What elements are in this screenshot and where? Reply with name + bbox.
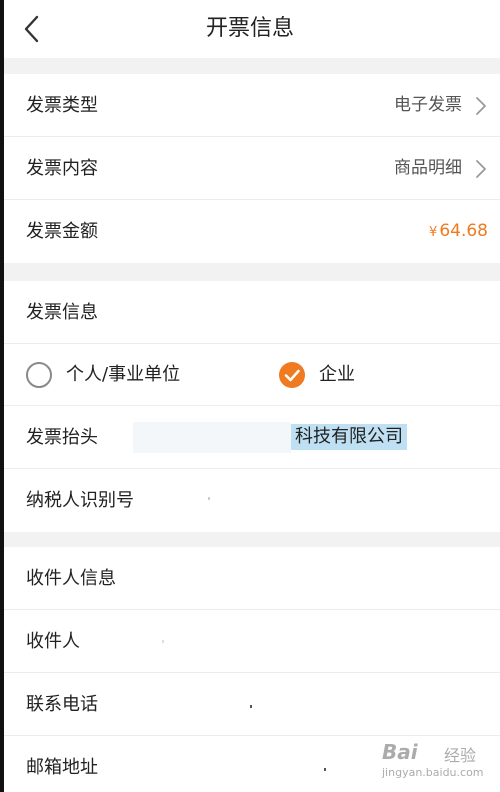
recipient-name-row: 收件人 — [0, 610, 500, 673]
invoice-amount-value: ¥64.68 — [429, 200, 488, 263]
recipient-email-input[interactable] — [324, 768, 326, 771]
radio-personal[interactable] — [26, 362, 52, 388]
invoice-content-value: 商品明细 — [394, 158, 462, 178]
redacted-text — [133, 422, 291, 453]
currency-symbol: ¥ — [429, 225, 438, 240]
invoice-amount-label: 发票金额 — [26, 221, 98, 242]
back-arrow-icon — [24, 15, 39, 43]
header: 开票信息 — [0, 0, 500, 58]
radio-enterprise-label[interactable]: 企业 — [319, 344, 355, 406]
page-title: 开票信息 — [205, 16, 294, 41]
invoice-content-row[interactable]: 发票内容 商品明细 — [0, 137, 500, 200]
amount-number: 64.68 — [439, 221, 488, 241]
tax-id-input[interactable] — [208, 497, 210, 500]
invoice-type-value: 电子发票 — [394, 95, 462, 115]
recipient-name-label: 收件人 — [26, 631, 80, 652]
chevron-right-icon — [476, 97, 486, 115]
back-button[interactable] — [18, 14, 48, 44]
check-icon — [284, 369, 300, 382]
tax-id-label: 纳税人识别号 — [26, 490, 134, 511]
invoice-title-input[interactable]: 科技有限公司 — [133, 422, 413, 453]
watermark-logo: Bai — [382, 740, 418, 764]
watermark-url: jingyan.baidu.com — [382, 766, 484, 779]
invoice-info-section: 发票信息 个人/事业单位 企业 发票抬头 科技有限公司 纳税人识别号 — [0, 281, 500, 532]
watermark-logo-suffix: 经验 — [444, 746, 477, 765]
radio-enterprise[interactable] — [279, 362, 305, 388]
recipient-phone-label: 联系电话 — [26, 694, 98, 715]
invoice-basic-section: 发票类型 电子发票 发票内容 商品明细 发票金额 ¥64.68 — [0, 74, 500, 263]
recipient-heading-row: 收件人信息 — [0, 547, 500, 610]
invoice-title-value: 科技有限公司 — [291, 424, 407, 450]
recipient-heading: 收件人信息 — [26, 568, 116, 589]
recipient-phone-row: 联系电话 — [0, 673, 500, 736]
invoice-content-label: 发票内容 — [26, 158, 98, 179]
invoice-title-row: 发票抬头 科技有限公司 — [0, 406, 500, 469]
invoice-type-label: 发票类型 — [26, 95, 98, 116]
invoice-info-heading-row: 发票信息 — [0, 281, 500, 344]
screen-edge — [0, 0, 4, 792]
invoice-recipient-type-row: 个人/事业单位 企业 — [0, 344, 500, 406]
recipient-email-label: 邮箱地址 — [26, 757, 98, 778]
baidu-watermark: Bai 经验 jingyan.baidu.com — [382, 736, 494, 784]
tax-id-row: 纳税人识别号 — [0, 469, 500, 532]
invoice-amount-row: 发票金额 ¥64.68 — [0, 200, 500, 263]
invoice-title-label: 发票抬头 — [26, 427, 98, 448]
recipient-name-input[interactable] — [162, 640, 164, 643]
recipient-phone-input[interactable] — [250, 705, 252, 708]
invoice-type-row[interactable]: 发票类型 电子发票 — [0, 74, 500, 137]
invoice-info-heading: 发票信息 — [26, 302, 98, 323]
radio-personal-label[interactable]: 个人/事业单位 — [66, 344, 180, 406]
chevron-right-icon — [476, 160, 486, 178]
